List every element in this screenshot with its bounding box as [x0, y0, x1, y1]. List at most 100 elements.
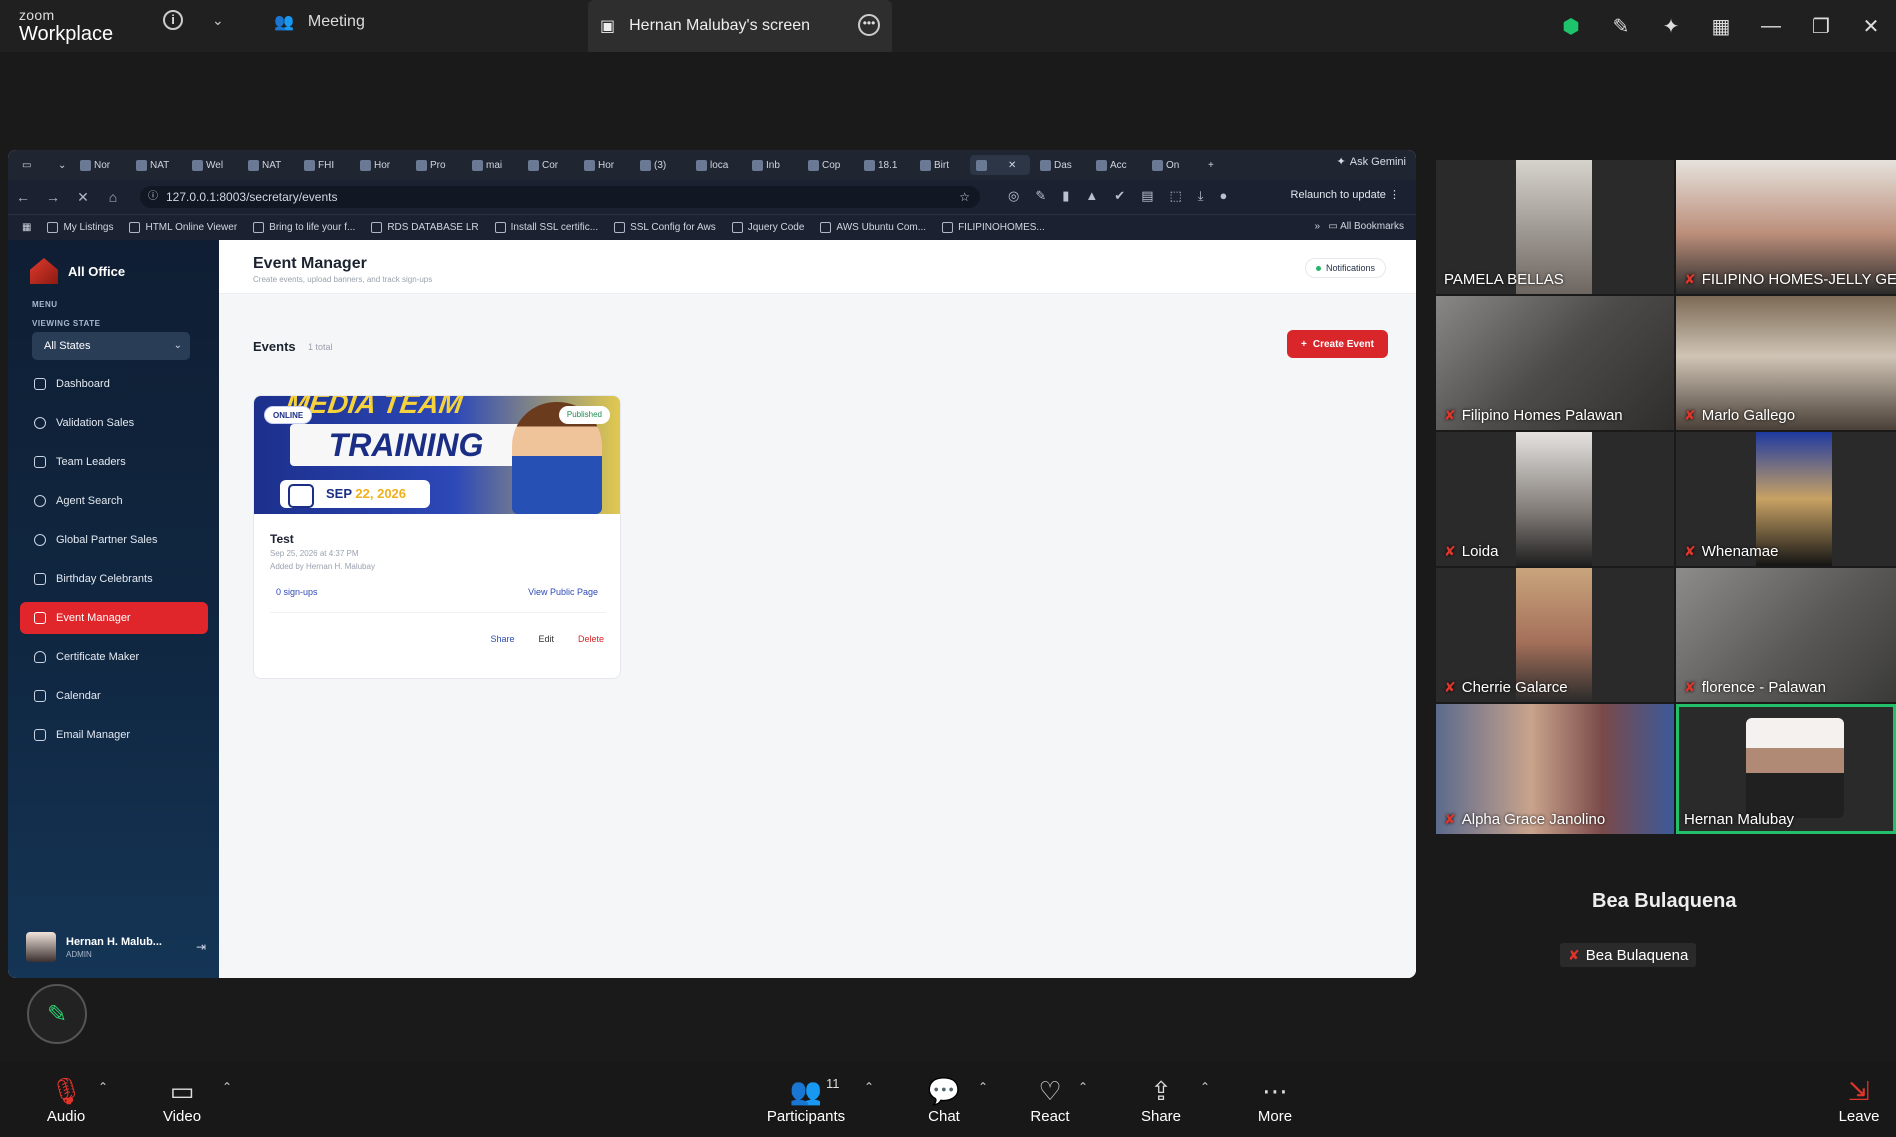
- bookmark-item[interactable]: Install SSL certific...: [494, 222, 598, 233]
- logout-icon[interactable]: ⇥: [196, 940, 206, 954]
- event-card[interactable]: MEDIA TEAM TRAINING SEP 22, 2026 ONLINE …: [253, 395, 621, 679]
- bookmark-item[interactable]: HTML Online Viewer: [129, 222, 237, 233]
- sidebar-item-calendar[interactable]: Calendar: [20, 680, 208, 712]
- sidebar-item-event-manager[interactable]: Event Manager: [20, 602, 208, 634]
- relaunch-button[interactable]: Relaunch to update ⋮: [1291, 188, 1400, 201]
- sidebar-item-dashboard[interactable]: Dashboard: [20, 368, 208, 400]
- edit-button[interactable]: Edit: [538, 634, 554, 644]
- bookmark-item[interactable]: My Listings: [47, 222, 113, 233]
- bookmark-folder[interactable]: FILIPINOHOMES...: [942, 222, 1045, 233]
- browser-tab[interactable]: NAT: [130, 155, 182, 175]
- participant-tile[interactable]: PAMELA BELLAS: [1436, 160, 1674, 294]
- forward-icon[interactable]: →: [38, 189, 68, 205]
- profile-icon[interactable]: ●: [1220, 188, 1228, 204]
- close-icon[interactable]: ✕: [1846, 14, 1896, 39]
- screen-share-tab[interactable]: ▣ Hernan Malubay's screen •••: [588, 0, 892, 52]
- more-options-icon[interactable]: •••: [858, 14, 880, 36]
- extension-icon[interactable]: ◎: [1008, 188, 1019, 204]
- browser-tab[interactable]: 18.1: [858, 155, 910, 175]
- annotate-icon[interactable]: ✎: [1596, 14, 1646, 39]
- browser-tab[interactable]: Wel: [186, 155, 238, 175]
- more-button[interactable]: ⋯ More: [1252, 1074, 1298, 1125]
- participant-tile[interactable]: ✘ Alpha Grace Janolino: [1436, 704, 1674, 834]
- tab-close-icon[interactable]: ✕: [1008, 160, 1016, 171]
- video-button[interactable]: ▭ Video: [156, 1074, 208, 1125]
- share-button[interactable]: Share: [490, 634, 514, 644]
- notifications-button[interactable]: Notifications: [1304, 258, 1386, 278]
- browser-tab[interactable]: FHI: [298, 155, 350, 175]
- participants-options-caret-icon[interactable]: ⌃: [864, 1080, 874, 1094]
- back-icon[interactable]: ←: [8, 189, 38, 205]
- site-info-icon[interactable]: ⓘ: [148, 186, 158, 208]
- signups-link[interactable]: 0 sign-ups: [270, 583, 324, 601]
- audio-button[interactable]: 🎙 Audio: [40, 1074, 92, 1125]
- bookmark-item[interactable]: Bring to life your f...: [253, 222, 355, 233]
- sidebar-item-birthday-celebrants[interactable]: Birthday Celebrants: [20, 563, 208, 595]
- participant-tile[interactable]: ✘ FILIPINO HOMES-JELLY GES: [1676, 160, 1896, 294]
- tab-strip-menu[interactable]: ▭: [16, 155, 48, 175]
- apps-icon[interactable]: ▦: [22, 222, 31, 233]
- browser-tab[interactable]: Acc: [1090, 155, 1142, 175]
- url-field[interactable]: ⓘ 127.0.0.1:8003/secretary/events ☆: [140, 186, 980, 208]
- audio-options-caret-icon[interactable]: ⌃: [98, 1080, 108, 1094]
- browser-tab[interactable]: Das: [1034, 155, 1086, 175]
- browser-tab[interactable]: mai: [466, 155, 518, 175]
- extension-icon[interactable]: ▮: [1062, 188, 1069, 204]
- participant-tile[interactable]: ✘ Loida: [1436, 432, 1674, 566]
- browser-tab[interactable]: NAT: [242, 155, 294, 175]
- stop-icon[interactable]: ✕: [68, 189, 98, 206]
- download-icon[interactable]: ⤓: [1198, 188, 1204, 204]
- participant-bea-label[interactable]: ✘ Bea Bulaquena: [1560, 943, 1697, 967]
- react-options-caret-icon[interactable]: ⌃: [1078, 1080, 1088, 1094]
- extension-icon[interactable]: ✔: [1114, 188, 1125, 204]
- view-layout-icon[interactable]: ▦: [1696, 14, 1746, 39]
- view-public-page-link[interactable]: View Public Page: [522, 583, 604, 601]
- sidebar-item-email-manager[interactable]: Email Manager: [20, 719, 208, 751]
- restore-icon[interactable]: ❐: [1796, 14, 1846, 39]
- ai-companion-icon[interactable]: ✦: [1646, 14, 1696, 39]
- participant-tile[interactable]: ✘ Filipino Homes Palawan: [1436, 296, 1674, 430]
- share-screen-button[interactable]: ⇪ Share: [1136, 1074, 1186, 1125]
- browser-tab[interactable]: (3): [634, 155, 686, 175]
- sidebar-item-team-leaders[interactable]: Team Leaders: [20, 446, 208, 478]
- bookmark-star-icon[interactable]: ☆: [959, 186, 970, 208]
- tab-search-icon[interactable]: ⌄: [52, 155, 70, 175]
- user-profile[interactable]: Hernan H. Malub... ADMIN ⇥: [26, 932, 206, 962]
- participant-tile[interactable]: ✘ florence - Palawan: [1676, 568, 1896, 702]
- meeting-tab[interactable]: 👥 Meeting: [274, 12, 365, 32]
- shield-icon[interactable]: ⬢: [1546, 14, 1596, 39]
- participant-tile[interactable]: ✘ Marlo Gallego: [1676, 296, 1896, 430]
- minimize-icon[interactable]: —: [1746, 15, 1796, 38]
- participant-tile-active-speaker[interactable]: Hernan Malubay: [1676, 704, 1896, 834]
- info-icon[interactable]: i: [163, 10, 183, 30]
- react-button[interactable]: ♡ React: [1026, 1074, 1074, 1125]
- new-tab-icon[interactable]: +: [1202, 155, 1222, 175]
- delete-button[interactable]: Delete: [578, 634, 604, 644]
- browser-tab[interactable]: Cor: [522, 155, 574, 175]
- browser-tab[interactable]: On: [1146, 155, 1198, 175]
- all-bookmarks-folder[interactable]: » ▭ All Bookmarks: [1315, 221, 1404, 232]
- home-icon[interactable]: ⌂: [98, 189, 128, 205]
- sidebar-item-certificate-maker[interactable]: Certificate Maker: [20, 641, 208, 673]
- bookmark-folder[interactable]: Jquery Code: [731, 222, 804, 233]
- eyedropper-icon[interactable]: ✎: [1035, 188, 1046, 204]
- browser-tab[interactable]: Inb: [746, 155, 798, 175]
- browser-tab[interactable]: loca: [690, 155, 742, 175]
- browser-tab[interactable]: Hor: [578, 155, 630, 175]
- participant-tile[interactable]: ✘ Cherrie Galarce: [1436, 568, 1674, 702]
- browser-tab[interactable]: Hor: [354, 155, 406, 175]
- browser-tab[interactable]: Pro: [410, 155, 462, 175]
- sidebar-item-agent-search[interactable]: Agent Search: [20, 485, 208, 517]
- bookmark-folder[interactable]: AWS Ubuntu Com...: [820, 222, 926, 233]
- browser-tab-active[interactable]: ✕: [970, 155, 1030, 175]
- create-event-button[interactable]: + Create Event: [1287, 330, 1388, 358]
- bookmark-folder[interactable]: SSL Config for Aws: [614, 222, 716, 233]
- annotation-pen-icon[interactable]: ✎: [27, 984, 87, 1044]
- browser-tab[interactable]: Cop: [802, 155, 854, 175]
- app-brand[interactable]: All Office: [30, 258, 125, 284]
- translate-icon[interactable]: ▤: [1141, 188, 1153, 204]
- ask-gemini-button[interactable]: ✦ Ask Gemini: [1337, 155, 1406, 169]
- extension-icon[interactable]: ▲: [1085, 188, 1098, 204]
- chevron-down-icon[interactable]: ⌄: [212, 12, 224, 29]
- chat-options-caret-icon[interactable]: ⌃: [978, 1080, 988, 1094]
